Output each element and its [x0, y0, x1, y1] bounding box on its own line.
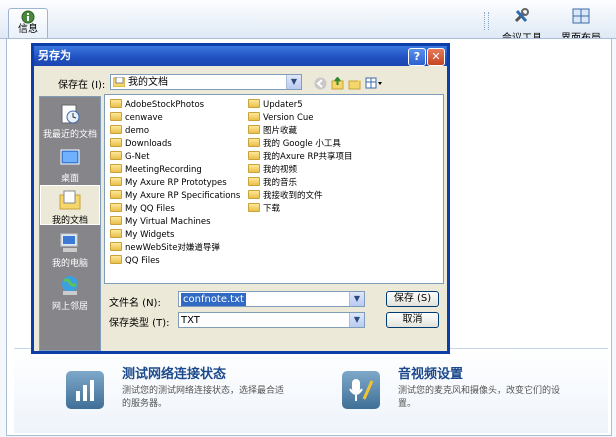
- my-computer-icon: [60, 233, 78, 252]
- dialog-title-bar[interactable]: 另存为 ? ✕: [34, 46, 447, 66]
- list-item[interactable]: MeetingRecording: [110, 164, 202, 176]
- folder-icon: [110, 164, 122, 173]
- folder-icon: [110, 125, 122, 134]
- pictures-folder-icon: [248, 125, 260, 134]
- folder-icon: [248, 190, 260, 199]
- network-icon: [62, 276, 78, 295]
- folder-icon: [248, 203, 260, 212]
- list-item[interactable]: cenwave: [110, 112, 163, 124]
- place-recent-label: 我最近的文档: [42, 130, 97, 140]
- list-item[interactable]: 我的音乐: [248, 177, 297, 189]
- filename-field[interactable]: confnote.txt ▼: [178, 291, 365, 307]
- av-settings-title[interactable]: 音视频设置: [398, 363, 463, 382]
- list-item[interactable]: 我的 Google 小工具: [248, 138, 341, 150]
- place-network-label: 网上邻居: [51, 302, 88, 312]
- list-item[interactable]: Updater5: [248, 99, 303, 111]
- folder-icon: [248, 151, 260, 160]
- folder-icon: [110, 99, 122, 108]
- list-item[interactable]: AdobeStockPhotos: [110, 99, 204, 111]
- bottom-panel: 测试网络连接状态 测试您的测试网络连接状态，选择最合适的服务器。 音视频设置 测…: [14, 348, 608, 433]
- filetype-label: 保存类型 (T):: [109, 318, 170, 329]
- info-icon: [21, 10, 35, 24]
- list-item[interactable]: Downloads: [110, 138, 172, 150]
- tools-icon: [514, 8, 529, 23]
- place-my-documents-label: 我的文档: [51, 216, 88, 226]
- list-item[interactable]: G-Net: [110, 151, 150, 163]
- folder-icon: [110, 203, 122, 212]
- save-in-value: 我的文档: [128, 77, 168, 88]
- list-item[interactable]: demo: [110, 125, 149, 137]
- list-item[interactable]: newWebSite对嫌道导弹: [110, 242, 220, 254]
- folder-icon: [248, 99, 260, 108]
- folder-icon: [110, 242, 122, 251]
- filename-value: confnote.txt: [181, 293, 246, 306]
- dialog-title: 另存为: [38, 49, 71, 62]
- back-icon[interactable]: [314, 77, 327, 90]
- list-item[interactable]: 我的视频: [248, 164, 297, 176]
- place-recent[interactable]: 我最近的文档: [40, 103, 100, 140]
- my-documents-folder-icon: [59, 190, 81, 210]
- folder-icon: [248, 112, 260, 121]
- tab-info[interactable]: 信息: [8, 8, 48, 39]
- place-network[interactable]: 网上邻居: [40, 275, 100, 312]
- folder-icon: [110, 112, 122, 121]
- filename-label: 文件名 (N):: [109, 298, 161, 309]
- list-item[interactable]: My Widgets: [110, 229, 174, 241]
- av-settings-desc: 测试您的麦克风和摄像头，改变它们的设置。: [398, 386, 561, 409]
- list-item[interactable]: Version Cue: [248, 112, 314, 124]
- music-folder-icon: [248, 177, 260, 186]
- chevron-down-icon: ▼: [286, 75, 301, 89]
- av-settings-icon[interactable]: [342, 371, 380, 409]
- desktop-icon: [60, 149, 80, 165]
- list-item[interactable]: 我接收到的文件: [248, 190, 323, 202]
- cancel-button[interactable]: 取消: [386, 312, 439, 328]
- list-item[interactable]: My Virtual Machines: [110, 216, 211, 228]
- folder-icon: [110, 255, 122, 264]
- network-test-icon[interactable]: [66, 371, 104, 409]
- new-folder-icon[interactable]: [348, 77, 361, 90]
- list-item[interactable]: 我的Axure RP共享项目: [248, 151, 353, 163]
- toolbar-separator: [484, 12, 489, 30]
- folder-icon: [110, 229, 122, 238]
- recent-documents-icon: [61, 104, 80, 124]
- network-test-title[interactable]: 测试网络连接状态: [122, 363, 226, 382]
- filetype-value: TXT: [181, 315, 200, 326]
- layout-icon: [572, 8, 590, 24]
- place-my-computer[interactable]: 我的电脑: [40, 232, 100, 269]
- list-item[interactable]: My QQ Files: [110, 203, 175, 215]
- list-item[interactable]: My Axure RP Specifications: [110, 190, 240, 202]
- place-desktop-label: 桌面: [60, 174, 79, 184]
- tab-info-label: 信息: [18, 24, 38, 35]
- chevron-down-icon: ▼: [349, 292, 364, 306]
- places-bar: 我最近的文档 桌面 我的文档 我的电脑 网上邻居: [39, 96, 101, 351]
- folder-icon: [110, 177, 122, 186]
- folder-icon: [110, 138, 122, 147]
- list-item[interactable]: 下载: [248, 203, 280, 215]
- up-folder-icon[interactable]: [331, 77, 344, 90]
- my-documents-icon: [113, 77, 125, 87]
- help-icon[interactable]: ?: [408, 48, 426, 66]
- save-as-dialog: 另存为 ? ✕ 保存在 (I): 我的文档 ▼ 我最近的文档 桌面 我的文档 我…: [31, 43, 450, 354]
- folder-icon: [248, 164, 260, 173]
- folder-icon: [110, 190, 122, 199]
- place-my-computer-label: 我的电脑: [51, 259, 88, 269]
- list-item[interactable]: 图片收藏: [248, 125, 297, 137]
- folder-icon: [110, 216, 122, 225]
- place-desktop[interactable]: 桌面: [40, 147, 100, 184]
- list-item[interactable]: QQ Files: [110, 255, 160, 267]
- network-test-desc: 测试您的测试网络连接状态，选择最合适的服务器。: [122, 386, 285, 409]
- folder-icon: [248, 138, 260, 147]
- app-toolbar: 信息 会议工具 界面布局: [0, 0, 616, 44]
- view-menu-icon[interactable]: [365, 77, 383, 90]
- save-in-select[interactable]: 我的文档 ▼: [110, 74, 302, 90]
- place-my-documents[interactable]: 我的文档: [40, 185, 100, 226]
- chevron-down-icon: ▼: [349, 313, 364, 327]
- save-button[interactable]: 保存 (S): [386, 291, 439, 307]
- file-list: AdobeStockPhotos cenwave demo Downloads …: [104, 94, 444, 284]
- save-in-label: 保存在 (I):: [58, 80, 106, 91]
- close-icon[interactable]: ✕: [427, 48, 445, 66]
- folder-icon: [110, 151, 122, 160]
- list-item[interactable]: My Axure RP Prototypes: [110, 177, 227, 189]
- filetype-select[interactable]: TXT ▼: [178, 312, 365, 328]
